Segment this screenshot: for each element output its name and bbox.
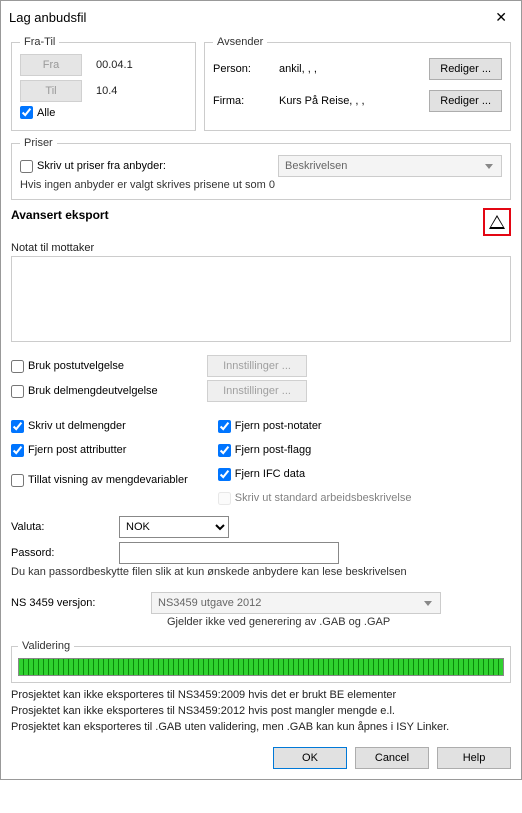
- passord-row: Passord:: [11, 542, 511, 564]
- dialog-buttons: OK Cancel Help: [11, 747, 511, 769]
- rediger-person-button[interactable]: Rediger ...: [429, 58, 502, 80]
- til-value: 10.4: [96, 85, 117, 97]
- tillat-mv-checkbox[interactable]: Tillat visning av mengdevariabler: [11, 470, 188, 490]
- ns-versjon-combo[interactable]: NS3459 utgave 2012: [151, 592, 441, 614]
- tillat-mv-input[interactable]: [11, 474, 24, 487]
- rediger-firma-button[interactable]: Rediger ...: [429, 90, 502, 112]
- alle-checkbox-input[interactable]: [20, 106, 33, 119]
- til-button[interactable]: Til: [20, 80, 82, 102]
- valuta-select[interactable]: NOK: [119, 516, 229, 538]
- validering-group: Validering: [11, 640, 511, 683]
- priser-row: Skriv ut priser fra anbyder: Beskrivelse…: [20, 155, 502, 177]
- skriv-priser-label: Skriv ut priser fra anbyder:: [37, 160, 166, 172]
- tillat-mv-label: Tillat visning av mengdevariabler: [28, 474, 188, 486]
- alle-checkbox[interactable]: Alle: [20, 106, 55, 119]
- fjern-ifc-label: Fjern IFC data: [235, 468, 305, 480]
- fjern-flagg-input[interactable]: [218, 444, 231, 457]
- skriv-std-label: Skriv ut standard arbeidsbeskrivelse: [235, 492, 412, 504]
- fjern-attr-checkbox[interactable]: Fjern post attributter: [11, 440, 188, 460]
- options-left: Skriv ut delmengder Fjern post attributt…: [11, 416, 188, 508]
- help-button[interactable]: Help: [437, 747, 511, 769]
- bruk-postutvelgelse-checkbox[interactable]: Bruk postutvelgelse: [11, 360, 191, 373]
- priser-group: Priser Skriv ut priser fra anbyder: Besk…: [11, 137, 511, 200]
- delmengde-row: Bruk delmengdeutvelgelse Innstillinger .…: [11, 380, 511, 402]
- skriv-delmengder-label: Skriv ut delmengder: [28, 420, 126, 432]
- til-row: Til 10.4: [20, 80, 187, 102]
- validering-msg-2: Prosjektet kan eksporteres til .GAB uten…: [11, 721, 511, 733]
- bruk-postutvelgelse-input[interactable]: [11, 360, 24, 373]
- dialog-content: Fra-Til Fra 00.04.1 Til 10.4 Alle Avsend…: [1, 32, 521, 779]
- firma-value: Kurs På Reise, , ,: [279, 95, 419, 107]
- firma-label: Firma:: [213, 95, 269, 107]
- fjern-notater-label: Fjern post-notater: [235, 420, 322, 432]
- fra-value: 00.04.1: [96, 59, 133, 71]
- avsender-legend: Avsender: [213, 36, 267, 48]
- passord-hint: Du kan passordbeskytte filen slik at kun…: [11, 566, 511, 578]
- bruk-delmengde-input[interactable]: [11, 385, 24, 398]
- options-right: Fjern post-notater Fjern post-flagg Fjer…: [218, 416, 412, 508]
- fra-row: Fra 00.04.1: [20, 54, 187, 76]
- ns-versjon-label: NS 3459 versjon:: [11, 597, 131, 609]
- postutvalg-row: Bruk postutvelgelse Innstillinger ...: [11, 355, 511, 377]
- fjern-notater-checkbox[interactable]: Fjern post-notater: [218, 416, 412, 436]
- fra-til-legend: Fra-Til: [20, 36, 59, 48]
- alle-label: Alle: [37, 107, 55, 119]
- skriv-delmengder-input[interactable]: [11, 420, 24, 433]
- window-title: Lag anbudsfil: [9, 10, 86, 25]
- avsender-group: Avsender Person: ankil, , , Rediger ... …: [204, 36, 511, 131]
- skriv-priser-input[interactable]: [20, 160, 33, 173]
- valuta-row: Valuta: NOK: [11, 516, 511, 538]
- fjern-flagg-checkbox[interactable]: Fjern post-flagg: [218, 440, 412, 460]
- fjern-flagg-label: Fjern post-flagg: [235, 444, 311, 456]
- avsender-grid: Person: ankil, , , Rediger ... Firma: Ku…: [213, 58, 502, 112]
- skriv-std-checkbox: Skriv ut standard arbeidsbeskrivelse: [218, 488, 412, 508]
- fjern-ifc-input[interactable]: [218, 468, 231, 481]
- close-icon[interactable]: ✕: [489, 7, 513, 28]
- skriv-delmengder-checkbox[interactable]: Skriv ut delmengder: [11, 416, 188, 436]
- fjern-notater-input[interactable]: [218, 420, 231, 433]
- options-columns: Skriv ut delmengder Fjern post attributt…: [11, 416, 511, 508]
- skriv-std-input: [218, 492, 231, 505]
- fjern-attr-label: Fjern post attributter: [28, 444, 126, 456]
- ok-button[interactable]: OK: [273, 747, 347, 769]
- person-value: ankil, , ,: [279, 63, 419, 75]
- passord-label: Passord:: [11, 547, 111, 559]
- collapse-highlight: [483, 208, 511, 236]
- dialog-window: Lag anbudsfil ✕ Fra-Til Fra 00.04.1 Til …: [0, 0, 522, 780]
- innstillinger-post-button: Innstillinger ...: [207, 355, 307, 377]
- ns-versjon-row: NS 3459 versjon: NS3459 utgave 2012: [11, 592, 511, 614]
- utvelgelse-block: Bruk postutvelgelse Innstillinger ... Br…: [11, 355, 511, 402]
- validering-msg-1: Prosjektet kan ikke eksporteres til NS34…: [11, 705, 511, 717]
- fra-button[interactable]: Fra: [20, 54, 82, 76]
- priser-legend: Priser: [20, 137, 57, 149]
- titlebar: Lag anbudsfil ✕: [1, 1, 521, 32]
- avansert-header: Avansert eksport: [11, 208, 511, 236]
- collapse-up-icon[interactable]: [489, 215, 505, 229]
- ns-versjon-note: Gjelder ikke ved generering av .GAB og .…: [167, 616, 511, 628]
- person-label: Person:: [213, 63, 269, 75]
- priser-note: Hvis ingen anbyder er valgt skrives pris…: [20, 179, 502, 191]
- validering-messages: Prosjektet kan ikke eksporteres til NS34…: [11, 689, 511, 733]
- innstillinger-del-button: Innstillinger ...: [207, 380, 307, 402]
- cancel-button[interactable]: Cancel: [355, 747, 429, 769]
- fjern-ifc-checkbox[interactable]: Fjern IFC data: [218, 464, 412, 484]
- validering-msg-0: Prosjektet kan ikke eksporteres til NS34…: [11, 689, 511, 701]
- top-groups: Fra-Til Fra 00.04.1 Til 10.4 Alle Avsend…: [11, 36, 511, 131]
- valuta-label: Valuta:: [11, 521, 111, 533]
- bruk-delmengde-label: Bruk delmengdeutvelgelse: [28, 385, 158, 397]
- fjern-attr-input[interactable]: [11, 444, 24, 457]
- beskrivelsen-combo[interactable]: Beskrivelsen: [278, 155, 502, 177]
- bruk-delmengde-checkbox[interactable]: Bruk delmengdeutvelgelse: [11, 385, 191, 398]
- avansert-title: Avansert eksport: [11, 208, 109, 222]
- fra-til-group: Fra-Til Fra 00.04.1 Til 10.4 Alle: [11, 36, 196, 131]
- bruk-postutvelgelse-label: Bruk postutvelgelse: [28, 360, 124, 372]
- passord-input[interactable]: [119, 542, 339, 564]
- skriv-priser-checkbox[interactable]: Skriv ut priser fra anbyder:: [20, 160, 270, 173]
- notat-label: Notat til mottaker: [11, 242, 511, 254]
- validering-legend: Validering: [18, 640, 74, 652]
- validering-progress: [18, 658, 504, 676]
- notat-textarea[interactable]: [11, 256, 511, 342]
